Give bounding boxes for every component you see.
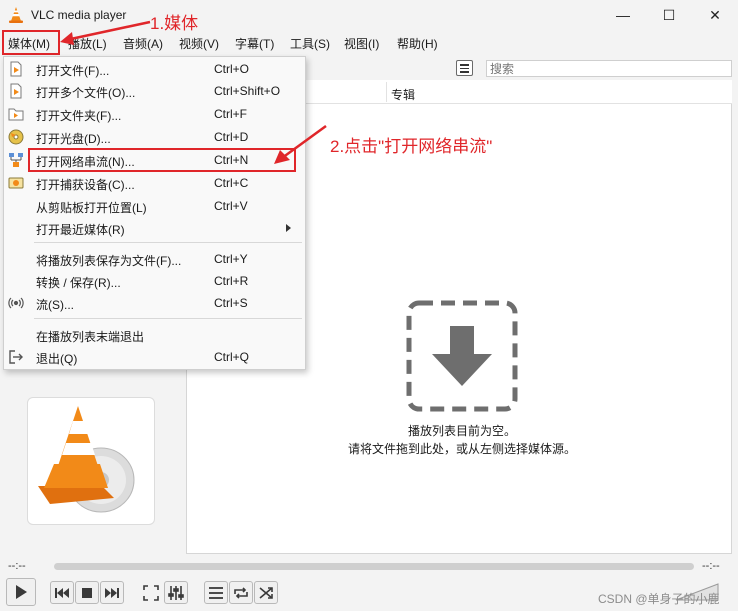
watermark: CSDN @单身子的小鹿: [598, 592, 720, 606]
menu-video[interactable]: 视频(V): [179, 35, 219, 52]
fullscreen-icon: [143, 584, 159, 601]
playlist-button[interactable]: [204, 581, 228, 604]
column-divider[interactable]: [386, 82, 387, 102]
menu-item-open-from-clipboard[interactable]: 从剪贴板打开位置(L) Ctrl+V: [4, 195, 305, 217]
menu-item-label: 打开光盘(D)...: [36, 132, 111, 146]
exit-icon: [9, 350, 23, 364]
maximize-icon: ☐: [662, 6, 676, 23]
menu-item-shortcut: Ctrl+F: [214, 107, 247, 121]
menu-item-shortcut: Ctrl+V: [214, 199, 248, 213]
menu-item-label: 转换 / 保存(R)...: [36, 276, 121, 290]
menu-item-convert-save[interactable]: 转换 / 保存(R)... Ctrl+R: [4, 270, 305, 292]
menu-item-shortcut: Ctrl+O: [214, 62, 250, 76]
menu-item-label: 打开文件(F)...: [36, 64, 110, 78]
submenu-arrow-icon: [286, 224, 291, 232]
close-button[interactable]: ✕: [692, 0, 738, 30]
menu-item-open-file[interactable]: 打开文件(F)... Ctrl+O: [4, 58, 305, 80]
vlc-cone-icon: [9, 7, 23, 23]
minimize-button[interactable]: —: [600, 0, 646, 30]
menu-item-stream[interactable]: 流(S)... Ctrl+S: [4, 292, 305, 314]
next-icon: [105, 587, 119, 598]
menu-item-shortcut: Ctrl+S: [214, 296, 248, 310]
menu-view[interactable]: 视图(I): [344, 35, 379, 52]
playlist-icon: [209, 586, 223, 599]
folder-icon: [8, 108, 24, 121]
time-total: --:--: [702, 560, 720, 572]
menu-item-quit-at-end[interactable]: 在播放列表末端退出: [4, 324, 305, 346]
stream-icon: [8, 297, 24, 309]
media-dropdown-menu: 打开文件(F)... Ctrl+O 打开多个文件(O)... Ctrl+Shif…: [3, 56, 306, 370]
disc-icon: [8, 129, 24, 145]
menu-item-shortcut: Ctrl+C: [214, 176, 249, 190]
shuffle-button[interactable]: [254, 581, 278, 604]
menu-item-label: 在播放列表末端退出: [36, 330, 145, 344]
previous-button[interactable]: [50, 581, 74, 604]
vlc-cone-disc-icon: [38, 406, 135, 513]
drop-here-icon: [406, 300, 518, 412]
media-menu-highlight: [2, 30, 60, 55]
menu-item-label: 流(S)...: [36, 298, 74, 312]
column-album[interactable]: 专辑: [391, 86, 415, 103]
loop-button[interactable]: [229, 581, 253, 604]
menu-item-label: 从剪贴板打开位置(L): [36, 201, 147, 215]
next-button[interactable]: [100, 581, 124, 604]
maximize-button[interactable]: ☐: [646, 0, 692, 30]
annotation-arrow-2: [274, 124, 327, 164]
network-stream-highlight: [28, 148, 296, 172]
menu-item-label: 打开文件夹(F)...: [36, 109, 122, 123]
menu-item-label: 将播放列表保存为文件(F)...: [36, 254, 182, 268]
menu-item-label: 打开捕获设备(C)...: [36, 178, 135, 192]
annotation-step2: 2.点击"打开网络串流": [330, 137, 493, 156]
extended-settings-icon: [168, 585, 184, 600]
annotation-arrow-1: [60, 20, 151, 45]
close-icon: ✕: [709, 6, 721, 23]
menu-item-shortcut: Ctrl+Q: [214, 350, 250, 364]
shuffle-icon: [259, 586, 273, 599]
file-icon: [10, 61, 22, 77]
stop-icon: [82, 587, 92, 598]
play-button[interactable]: [6, 578, 36, 606]
menu-separator: [34, 318, 302, 319]
menu-item-open-capture-device[interactable]: 打开捕获设备(C)... Ctrl+C: [4, 172, 305, 194]
stop-button[interactable]: [75, 581, 99, 604]
menu-item-shortcut: Ctrl+D: [214, 130, 249, 144]
menu-tools[interactable]: 工具(S): [290, 35, 330, 52]
menu-separator: [34, 242, 302, 243]
playlist-view-toggle-icon[interactable]: [456, 60, 473, 76]
fullscreen-button[interactable]: [139, 581, 163, 604]
menu-item-open-recent-media[interactable]: 打开最近媒体(R): [4, 217, 305, 239]
menu-item-label: 打开最近媒体(R): [36, 223, 125, 237]
menu-subtitle[interactable]: 字幕(T): [235, 35, 274, 52]
menu-item-open-folder[interactable]: 打开文件夹(F)... Ctrl+F: [4, 103, 305, 125]
menu-item-shortcut: Ctrl+Y: [214, 252, 248, 266]
capture-icon: [8, 177, 24, 189]
empty-playlist-line2: 请将文件拖到此处，或从左侧选择媒体源。: [348, 442, 577, 456]
menu-item-shortcut: Ctrl+R: [214, 274, 249, 288]
files-icon: [10, 83, 22, 99]
seek-slider[interactable]: [54, 563, 694, 570]
menu-item-shortcut: Ctrl+Shift+O: [214, 84, 281, 98]
menu-help[interactable]: 帮助(H): [397, 35, 438, 52]
empty-playlist-line1: 播放列表目前为空。: [408, 424, 517, 438]
previous-icon: [55, 587, 69, 598]
album-art[interactable]: [27, 397, 155, 525]
menu-item-open-multiple-files[interactable]: 打开多个文件(O)... Ctrl+Shift+O: [4, 80, 305, 102]
menu-item-label: 打开多个文件(O)...: [36, 86, 136, 100]
time-elapsed: --:--: [8, 560, 26, 572]
menu-item-save-playlist[interactable]: 将播放列表保存为文件(F)... Ctrl+Y: [4, 248, 305, 270]
menu-item-open-disc[interactable]: 打开光盘(D)... Ctrl+D: [4, 126, 305, 148]
loop-icon: [234, 586, 248, 599]
annotation-step1: 1.媒体: [150, 14, 199, 33]
extended-settings-button[interactable]: [164, 581, 188, 604]
search-input[interactable]: [486, 60, 732, 77]
network-icon: [9, 153, 23, 167]
menu-item-quit[interactable]: 退出(Q) Ctrl+Q: [4, 346, 305, 368]
menu-item-label: 退出(Q): [36, 352, 78, 366]
play-icon: [16, 585, 27, 599]
minimize-icon: —: [616, 7, 630, 23]
